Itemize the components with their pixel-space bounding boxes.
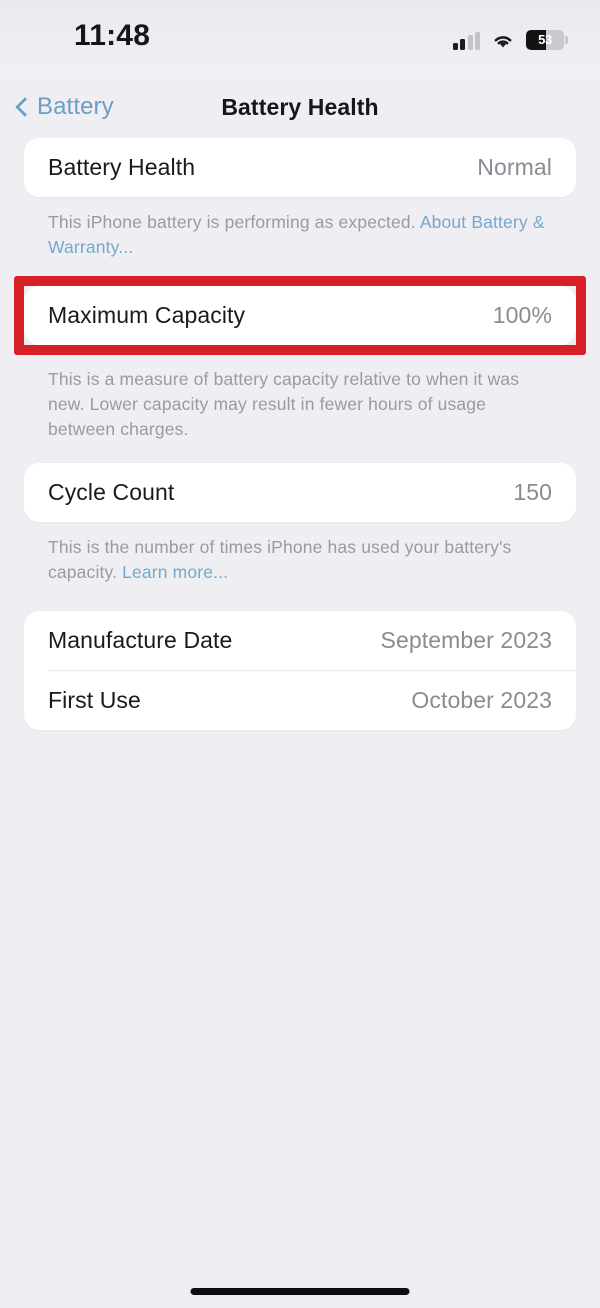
- row-battery-health-label: Battery Health: [48, 154, 196, 180]
- battery-percent-label: 53: [538, 32, 552, 47]
- row-first-use-value: October 2023: [411, 687, 552, 713]
- back-button-label: Battery: [37, 93, 114, 120]
- navigation-bar: Battery Battery Health: [0, 76, 600, 138]
- cycle-count-footnote-text: This is the number of times iPhone has u…: [48, 537, 512, 582]
- cycle-count-card: Cycle Count 150: [24, 463, 576, 522]
- back-button[interactable]: Battery: [16, 93, 114, 121]
- cellular-signal-icon: [452, 32, 480, 50]
- row-first-use[interactable]: First Use October 2023: [24, 671, 576, 730]
- row-battery-health-value: Normal: [477, 154, 552, 180]
- row-manufacture-date[interactable]: Manufacture Date September 2023: [24, 611, 576, 670]
- battery-health-footnote: This iPhone battery is performing as exp…: [24, 197, 576, 260]
- battery-health-footnote-text: This iPhone battery is performing as exp…: [48, 212, 420, 232]
- wifi-icon: [491, 32, 515, 50]
- home-indicator[interactable]: [190, 1288, 410, 1295]
- maximum-capacity-card: Maximum Capacity 100%: [24, 286, 576, 345]
- maximum-capacity-highlight-wrapper: Maximum Capacity 100%: [14, 276, 586, 355]
- learn-more-link[interactable]: Learn more...: [122, 562, 228, 582]
- row-battery-health[interactable]: Battery Health Normal: [24, 138, 576, 197]
- cycle-count-footnote: This is the number of times iPhone has u…: [24, 522, 576, 585]
- status-bar: 11:48 53: [0, 0, 600, 76]
- row-cycle-count-value: 150: [513, 479, 552, 505]
- row-maximum-capacity-label: Maximum Capacity: [48, 302, 246, 328]
- settings-content: Battery Health Normal This iPhone batter…: [0, 138, 600, 730]
- row-cycle-count[interactable]: Cycle Count 150: [24, 463, 576, 522]
- row-maximum-capacity[interactable]: Maximum Capacity 100%: [24, 286, 576, 345]
- battery-dates-card: Manufacture Date September 2023 First Us…: [24, 611, 576, 730]
- row-manufacture-date-value: September 2023: [380, 627, 552, 653]
- status-bar-time: 11:48: [74, 19, 151, 52]
- battery-icon: 53: [526, 30, 568, 50]
- maximum-capacity-footnote: This is a measure of battery capacity re…: [48, 369, 520, 439]
- row-first-use-label: First Use: [48, 687, 141, 713]
- row-manufacture-date-label: Manufacture Date: [48, 627, 233, 653]
- battery-health-card: Battery Health Normal: [24, 138, 576, 197]
- chevron-left-icon: [16, 97, 28, 117]
- row-cycle-count-label: Cycle Count: [48, 479, 175, 505]
- row-maximum-capacity-value: 100%: [492, 302, 552, 328]
- status-bar-indicators: 53: [452, 24, 568, 50]
